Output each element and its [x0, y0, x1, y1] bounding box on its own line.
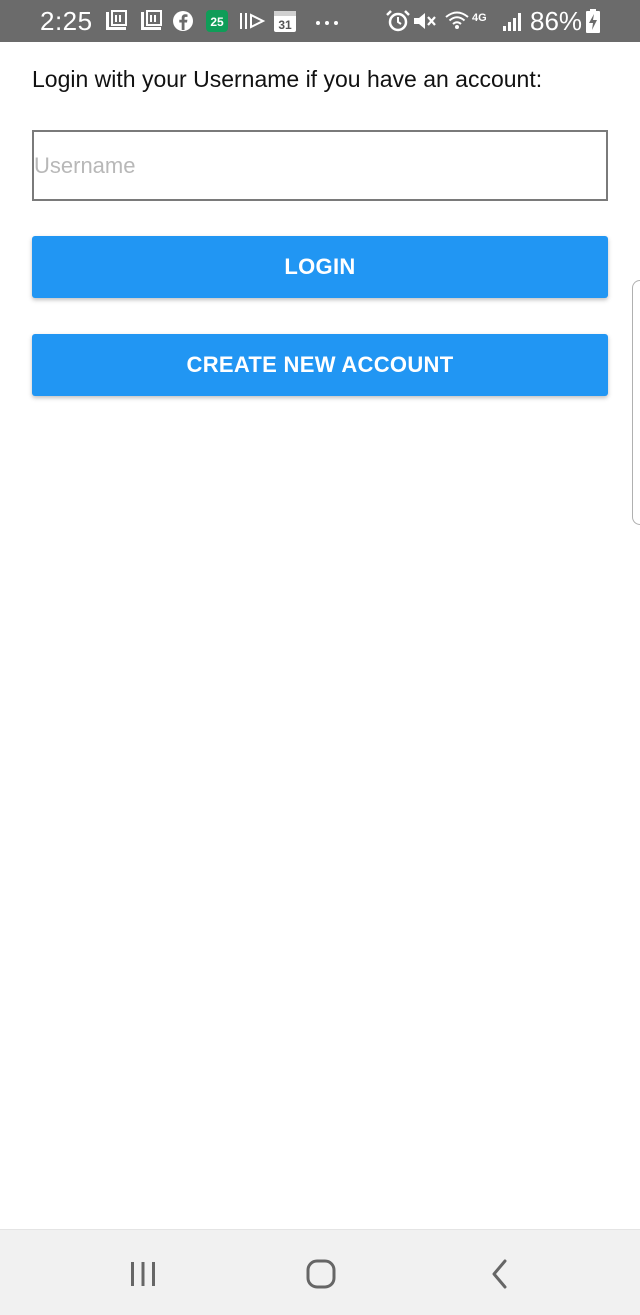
create-account-button[interactable]: CREATE NEW ACCOUNT: [32, 334, 608, 396]
recent-apps-icon[interactable]: [121, 1252, 165, 1296]
calendar-badge-text: 25: [210, 15, 224, 29]
status-time: 2:25: [40, 6, 93, 36]
calendar-badge-icon: 25: [206, 10, 228, 32]
mute-icon: [414, 13, 436, 29]
login-button[interactable]: LOGIN: [32, 236, 608, 298]
battery-percent: 86%: [530, 6, 583, 36]
gallery-icon: [141, 10, 162, 30]
network-label: 4G: [472, 12, 487, 24]
navigation-bar: [0, 1229, 640, 1315]
more-dots-icon: [316, 21, 338, 25]
calendar-day-text: 31: [278, 18, 292, 32]
wifi-icon: [445, 11, 469, 29]
edge-panel-handle[interactable]: [632, 280, 640, 525]
media-icon: [240, 13, 266, 29]
battery-charging-icon: [586, 9, 600, 33]
status-bar: 2:25 25 31 4G 86%: [0, 0, 640, 42]
username-input[interactable]: [32, 130, 608, 201]
app-screen: 2:25 25 31 4G 86% Login with your Userna…: [0, 0, 640, 1315]
login-prompt: Login with your Username if you have an …: [32, 66, 543, 92]
gallery-icon: [106, 10, 127, 30]
back-icon[interactable]: [478, 1252, 522, 1296]
calendar-icon: 31: [274, 11, 296, 32]
signal-bars-icon: [503, 13, 521, 31]
alarm-icon: [386, 10, 410, 32]
signal-4g-icon: 4G: [472, 12, 487, 24]
home-icon[interactable]: [299, 1252, 343, 1296]
facebook-icon: [173, 11, 193, 31]
